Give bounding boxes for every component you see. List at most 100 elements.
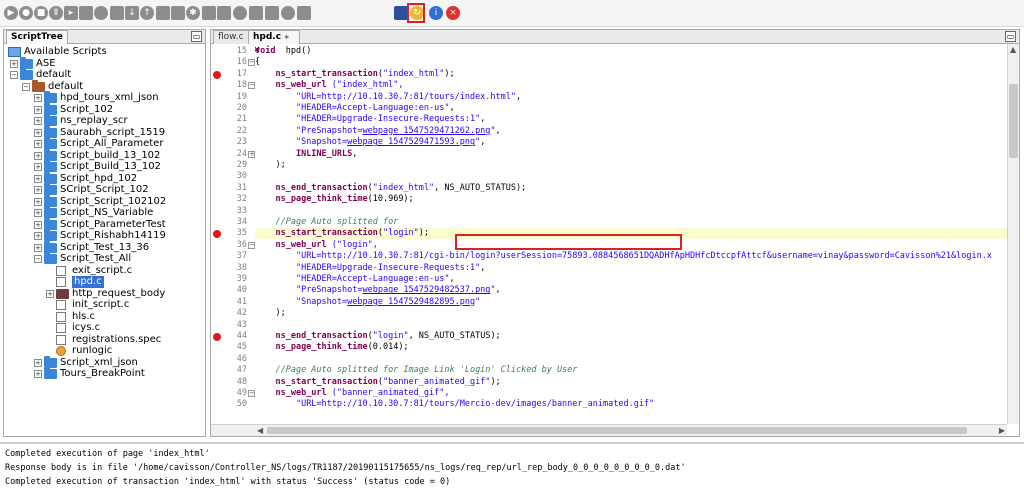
tree-node[interactable]: hls.c xyxy=(4,311,205,323)
vertical-scroll-thumb[interactable] xyxy=(1009,84,1018,158)
expand-icon[interactable]: + xyxy=(34,140,42,148)
tree-node[interactable]: exit_script.c xyxy=(4,265,205,277)
code-line[interactable]: ns_end_transaction("index_html", NS_AUTO… xyxy=(255,183,1007,194)
tree-node[interactable]: + Script_xml_json xyxy=(4,355,205,369)
tree-node[interactable]: icys.c xyxy=(4,322,205,334)
tree-node[interactable]: + Saurabh_script_1519 xyxy=(4,125,205,139)
settings-icon[interactable]: ✱ xyxy=(186,6,200,20)
tree-node[interactable]: + Script_102 xyxy=(4,102,205,116)
tree-node[interactable]: + Tours_BreakPoint xyxy=(4,367,205,380)
expand-icon[interactable]: + xyxy=(34,197,42,206)
tree-node[interactable]: runlogic xyxy=(4,345,205,357)
code-line[interactable]: ); xyxy=(255,160,1007,171)
horizontal-scrollbar[interactable]: ◀ ▶ xyxy=(211,424,1007,436)
code-line[interactable]: "URL=http://10.10.30.7:81/cgi-bin/login?… xyxy=(255,251,1007,262)
breakpoint-gutter[interactable] xyxy=(211,44,223,424)
script-icon[interactable] xyxy=(217,6,231,20)
collapse-icon[interactable]: − xyxy=(34,255,42,263)
info-icon[interactable]: i xyxy=(429,6,443,20)
step-icon[interactable]: ▸ xyxy=(64,6,78,20)
expand-icon[interactable]: + xyxy=(10,59,18,68)
expand-icon[interactable]: + xyxy=(34,220,42,229)
save-icon[interactable] xyxy=(394,6,408,20)
code-line[interactable]: "HEADER=Accept-Language:en-us", xyxy=(255,103,1007,114)
expand-icon[interactable]: + xyxy=(34,105,42,114)
expand-icon[interactable]: + xyxy=(34,128,42,137)
tab-hpd-c[interactable]: hpd.c ⁎ × xyxy=(248,30,300,55)
cut-icon[interactable] xyxy=(281,6,295,20)
link-icon[interactable] xyxy=(171,6,185,20)
code-line[interactable]: "HEADER=Accept-Language:en-us", xyxy=(255,274,1007,285)
tree-node[interactable]: init_script.c xyxy=(4,299,205,311)
collapse-fold-icon[interactable]: − xyxy=(248,59,255,67)
code-line[interactable]: INLINE_URLS, xyxy=(255,149,1007,160)
expand-icon[interactable]: + xyxy=(34,151,42,160)
code-line[interactable] xyxy=(255,171,1007,182)
maximize-editor-icon[interactable]: ▭ xyxy=(1005,31,1016,42)
code-line[interactable]: "Snapshot=webpage_1547529482895.png" xyxy=(255,297,1007,308)
code-line[interactable]: ns_start_transaction("banner_animated_gi… xyxy=(255,377,1007,388)
circle-icon[interactable] xyxy=(265,6,279,20)
code-line[interactable]: "PreSnapshot=webpage_1547529482537.png", xyxy=(255,285,1007,296)
screen-icon[interactable] xyxy=(249,6,263,20)
tree-node[interactable]: + Script_build_13_102 xyxy=(4,148,205,162)
tab-flow-c[interactable]: flow.c xyxy=(213,30,249,44)
tool-icon[interactable] xyxy=(297,6,311,20)
code-line[interactable]: ns_web_url ("index_html", xyxy=(255,80,1007,91)
up-icon[interactable]: ↑ xyxy=(140,6,154,20)
code-line[interactable]: //Page Auto splitted for Image Link 'Log… xyxy=(255,365,1007,376)
tree-node[interactable]: + SCript_Script_102 xyxy=(4,183,205,196)
code-line[interactable]: void hpd() xyxy=(255,46,1007,57)
tree-node[interactable]: + Script_NS_Variable xyxy=(4,206,205,219)
chat-icon[interactable] xyxy=(94,6,108,20)
tree-node[interactable]: + Script_Rishabh14119 xyxy=(4,229,205,242)
tree-node[interactable]: + http_request_body xyxy=(4,288,205,300)
download-icon[interactable]: ↓ xyxy=(125,6,139,20)
image-icon[interactable] xyxy=(202,6,216,20)
expand-icon[interactable]: + xyxy=(34,232,42,240)
code-line[interactable]: ns_page_think_time(0.014); xyxy=(255,342,1007,353)
tree-node[interactable]: + ns_replay_scr xyxy=(4,114,205,127)
code-line[interactable]: "PreSnapshot=webpage_1547529471262.png", xyxy=(255,126,1007,137)
code-line[interactable]: "HEADER=Upgrade-Insecure-Requests:1", xyxy=(255,114,1007,125)
expand-fold-icon[interactable]: + xyxy=(248,150,255,158)
scroll-up-icon[interactable]: ▲ xyxy=(1010,45,1016,55)
code-line[interactable]: "Snapshot=webpage_1547529471593.png", xyxy=(255,137,1007,148)
expand-icon[interactable]: + xyxy=(34,117,42,125)
vertical-scrollbar[interactable]: ▲ xyxy=(1007,44,1019,424)
play-icon[interactable]: ▶ xyxy=(4,6,18,20)
code-line[interactable]: ); xyxy=(255,308,1007,319)
tree-node[interactable]: hpd.c xyxy=(4,276,205,288)
database-icon[interactable] xyxy=(233,6,247,20)
code-line[interactable] xyxy=(255,354,1007,365)
expand-icon[interactable]: + xyxy=(34,163,42,171)
tag-icon[interactable] xyxy=(156,6,170,20)
expand-icon[interactable]: + xyxy=(34,358,42,367)
code-line[interactable]: "URL=http://10.10.30.7:81/tours/Mercio-d… xyxy=(255,399,1007,410)
collapse-icon[interactable]: − xyxy=(22,82,30,91)
tree-node[interactable]: Available Scripts xyxy=(4,46,205,58)
collapse-icon[interactable]: − xyxy=(10,71,18,79)
tree-node[interactable]: + Script_Test_13_36 xyxy=(4,240,205,254)
expand-icon[interactable]: + xyxy=(34,94,42,102)
code-line[interactable]: "URL=http://10.10.30.7:81/tours/index.ht… xyxy=(255,92,1007,103)
breakpoint-icon[interactable] xyxy=(213,70,221,79)
code-line[interactable] xyxy=(255,206,1007,217)
tree-node[interactable]: registrations.spec xyxy=(4,334,205,346)
code-line[interactable]: ns_start_transaction("index_html"); xyxy=(255,69,1007,80)
collapse-fold-icon[interactable]: − xyxy=(248,82,255,90)
expand-icon[interactable]: + xyxy=(34,370,42,378)
code-line[interactable]: { xyxy=(255,57,1007,68)
tree-node[interactable]: + hpd_tours_xml_json xyxy=(4,91,205,104)
tree-node[interactable]: + ASE xyxy=(4,56,205,70)
expand-icon[interactable]: + xyxy=(46,289,54,298)
expand-icon[interactable]: + xyxy=(34,186,42,194)
stop-icon[interactable]: ■ xyxy=(34,6,48,20)
code-line[interactable]: ns_end_transaction("login", NS_AUTO_STAT… xyxy=(255,331,1007,342)
collapse-fold-icon[interactable]: − xyxy=(248,390,255,397)
code-line[interactable]: "HEADER=Upgrade-Insecure-Requests:1", xyxy=(255,263,1007,274)
tree-node[interactable]: + Script_All_Parameter xyxy=(4,137,205,150)
horizontal-scroll-thumb[interactable] xyxy=(267,427,967,434)
tree-node[interactable]: + Script_ParameterTest xyxy=(4,217,205,231)
tree-node[interactable]: + Script_Build_13_102 xyxy=(4,160,205,173)
